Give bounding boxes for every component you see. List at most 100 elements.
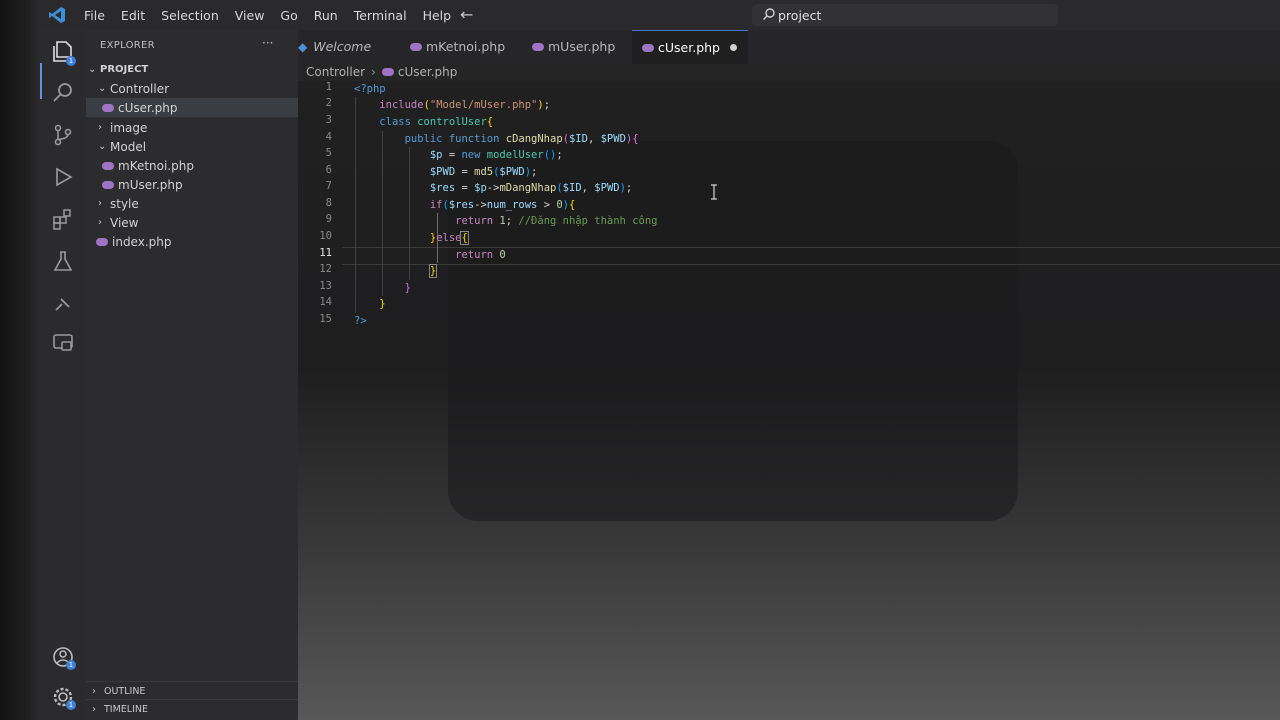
editor-tabs: ◆ Welcome mKetnoi.php mUser.php cUser.ph… — [298, 30, 1280, 64]
tree-label: Controller — [110, 81, 170, 96]
menu-help[interactable]: Help — [415, 8, 460, 23]
line-number: 3 — [325, 114, 332, 126]
chevron-right-icon: › — [371, 65, 376, 79]
menu-view[interactable]: View — [227, 8, 273, 23]
php-open-tag: <?php — [354, 83, 386, 95]
tab-mketnoi[interactable]: mKetnoi.php — [410, 30, 530, 63]
php-icon — [96, 237, 108, 246]
line-number: 15 — [319, 313, 332, 325]
param-id: $ID — [568, 133, 588, 145]
remote-icon[interactable] — [50, 290, 76, 316]
php-icon — [102, 161, 114, 170]
tab-welcome[interactable]: ◆ Welcome — [298, 30, 410, 63]
menu-go[interactable]: Go — [272, 8, 305, 23]
public-keyword: public — [404, 133, 443, 145]
menu-selection[interactable]: Selection — [153, 8, 227, 23]
tree-label: View — [110, 215, 139, 230]
arg-id: $ID — [562, 182, 582, 194]
project-root[interactable]: ⌄ PROJECT — [86, 60, 298, 79]
more-actions-icon[interactable]: ··· — [262, 36, 273, 50]
line-number: 11 — [319, 247, 332, 259]
tree-file-index[interactable]: index.php — [86, 232, 308, 251]
number-literal: 1 — [499, 215, 506, 227]
unsaved-dot-icon[interactable] — [729, 44, 737, 51]
menu-edit[interactable]: Edit — [113, 8, 153, 23]
chevron-right-icon: › — [92, 703, 96, 715]
tree-file-muser[interactable]: mUser.php — [86, 175, 314, 194]
code-line-2: include("Model/mUser.php"); — [379, 99, 551, 111]
command-center-text: project — [778, 8, 822, 23]
if-keyword: if — [429, 199, 443, 211]
command-center[interactable]: project — [752, 4, 1058, 26]
code-line-1: <?php — [354, 81, 386, 97]
breadcrumb: Controller › cUser.php — [306, 63, 457, 81]
back-arrow-icon[interactable]: ← — [460, 5, 473, 24]
run-debug-icon[interactable] — [50, 164, 76, 190]
var-p: $p — [429, 149, 443, 161]
breadcrumb-file[interactable]: cUser.php — [398, 65, 458, 79]
outline-section[interactable]: › OUTLINE — [86, 681, 298, 700]
tab-cuser[interactable]: cUser.php — [632, 30, 748, 64]
php-icon — [532, 42, 544, 51]
class-ref: modelUser — [486, 149, 544, 161]
line-number: 14 — [319, 296, 332, 308]
source-control-icon[interactable] — [50, 122, 76, 148]
search-icon — [763, 8, 775, 20]
new-keyword: new — [461, 149, 481, 161]
tree-folder-style[interactable]: › style — [86, 194, 310, 213]
class-name: controlUser — [417, 116, 487, 128]
line-number: 4 — [325, 131, 332, 143]
active-indicator — [40, 63, 42, 99]
code-line-6: $PWD = md5($PWD); — [429, 166, 538, 178]
project-label: PROJECT — [100, 64, 149, 75]
extensions-icon[interactable] — [50, 206, 76, 232]
code-line-7: $res = $p->mDangNhap($ID, $PWD); — [429, 182, 633, 194]
menu-file[interactable]: File — [76, 8, 113, 23]
text-cursor-icon — [711, 184, 717, 200]
vscode-logo-icon — [49, 7, 65, 23]
code-line-3: class controlUser{ — [379, 116, 494, 128]
breadcrumb-folder[interactable]: Controller — [306, 65, 365, 79]
php-icon — [102, 180, 114, 189]
account-badge: 1 — [66, 660, 76, 670]
chevron-right-icon: › — [98, 217, 102, 228]
tree-file-mketnoi[interactable]: mKetnoi.php — [86, 156, 314, 175]
testing-icon[interactable] — [50, 248, 76, 274]
comment: //Đăng nhập thành công — [518, 215, 658, 227]
vscode-icon: ◆ — [298, 39, 308, 54]
explorer-badge: 1 — [66, 56, 76, 66]
remote-explorer-icon[interactable] — [50, 330, 76, 356]
include-keyword: include — [379, 99, 424, 111]
md5-call: md5 — [474, 166, 494, 178]
var-pwd: $PWD — [429, 166, 456, 178]
chevron-down-icon: ⌄ — [88, 64, 97, 75]
line-number: 8 — [325, 197, 332, 209]
menu-terminal[interactable]: Terminal — [346, 8, 415, 23]
php-close-tag: ?> — [354, 315, 367, 327]
obj-p: $p — [474, 182, 487, 194]
tree-label: mUser.php — [118, 177, 183, 192]
menu-run[interactable]: Run — [306, 8, 346, 23]
code-editor[interactable]: 1 2 3 4 5 6 7 8 9 10 11 12 13 14 15 <?ph… — [298, 81, 1280, 720]
function-name: cDangNhap — [505, 133, 563, 145]
chevron-right-icon: › — [98, 198, 102, 209]
else-keyword: else — [436, 232, 462, 244]
chevron-down-icon: ⌄ — [98, 141, 107, 152]
timeline-section[interactable]: › TIMELINE — [86, 699, 298, 718]
include-path-string: "Model/mUser.php" — [429, 99, 538, 111]
number-literal: 0 — [499, 249, 506, 261]
timeline-label: TIMELINE — [104, 703, 149, 715]
tree-file-cuser[interactable]: cUser.php — [86, 98, 306, 117]
tree-folder-controller[interactable]: ⌄ Controller — [86, 79, 310, 98]
tab-label: mKetnoi.php — [426, 39, 506, 54]
explorer-sidebar: EXPLORER ··· ⌄ PROJECT ⌄ Controller cUse… — [86, 30, 306, 720]
search-icon[interactable] — [50, 80, 76, 106]
line-number: 13 — [319, 280, 332, 292]
tab-label: mUser.php — [548, 39, 616, 54]
var-res: $res — [448, 199, 475, 211]
tree-folder-view[interactable]: › View — [86, 213, 310, 232]
tree-folder-image[interactable]: › image — [86, 118, 310, 137]
line-number: 9 — [325, 213, 332, 225]
tab-muser[interactable]: mUser.php — [532, 30, 640, 63]
tree-folder-model[interactable]: ⌄ Model — [86, 137, 310, 156]
